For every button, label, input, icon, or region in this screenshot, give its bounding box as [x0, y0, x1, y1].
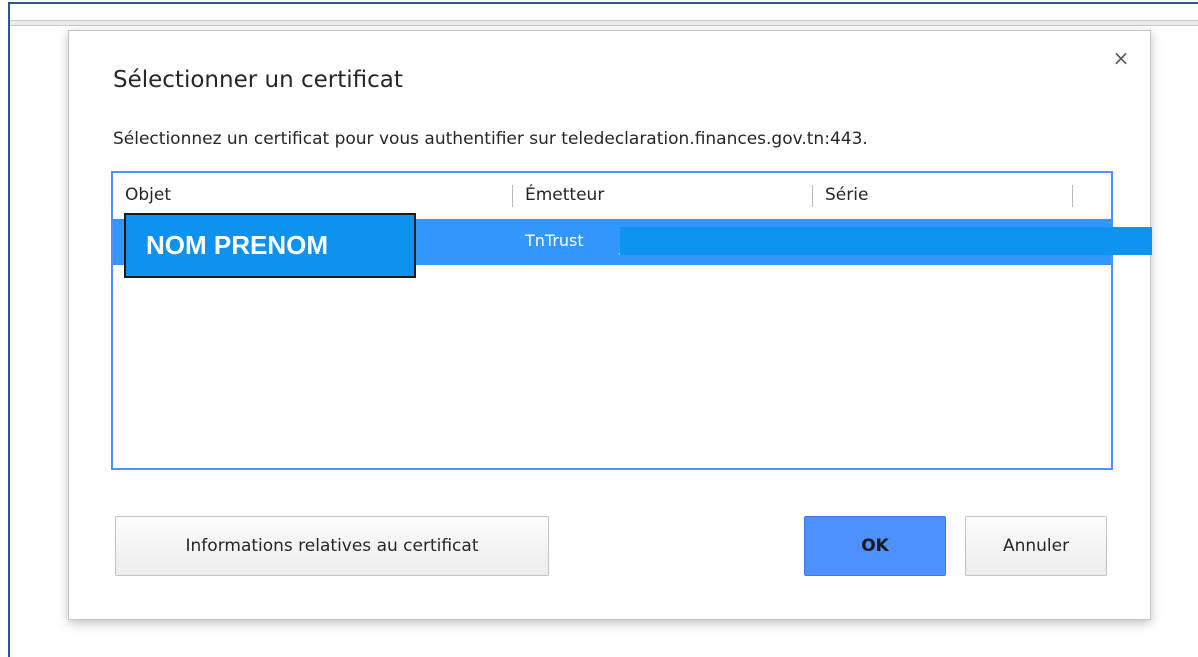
table-header: Objet Émetteur Série — [113, 173, 1111, 217]
redaction-strip — [620, 227, 1152, 255]
close-icon[interactable]: × — [1110, 47, 1132, 69]
column-header-label: Émetteur — [525, 185, 605, 205]
name-overlay-box: NOM PRENOM — [124, 213, 416, 278]
column-header-objet[interactable]: Objet — [113, 173, 513, 217]
ok-button[interactable]: OK — [804, 516, 946, 576]
column-header-label: Objet — [125, 185, 172, 205]
browser-top-strip — [10, 20, 1198, 26]
column-header-emetteur[interactable]: Émetteur — [513, 173, 813, 217]
dialog-title: Sélectionner un certificat — [113, 67, 403, 93]
certificate-info-button[interactable]: Informations relatives au certificat — [115, 516, 549, 576]
column-header-label: Série — [825, 185, 869, 205]
dialog-description: Sélectionnez un certificat pour vous aut… — [113, 129, 868, 149]
column-header-serie[interactable]: Série — [813, 173, 1073, 217]
cancel-button[interactable]: Annuler — [965, 516, 1107, 576]
cell-emetteur: TnTrust — [525, 231, 584, 250]
select-certificate-dialog: × Sélectionner un certificat Sélectionne… — [68, 30, 1151, 620]
cell-objet: NOM PRENOM — [146, 230, 328, 260]
